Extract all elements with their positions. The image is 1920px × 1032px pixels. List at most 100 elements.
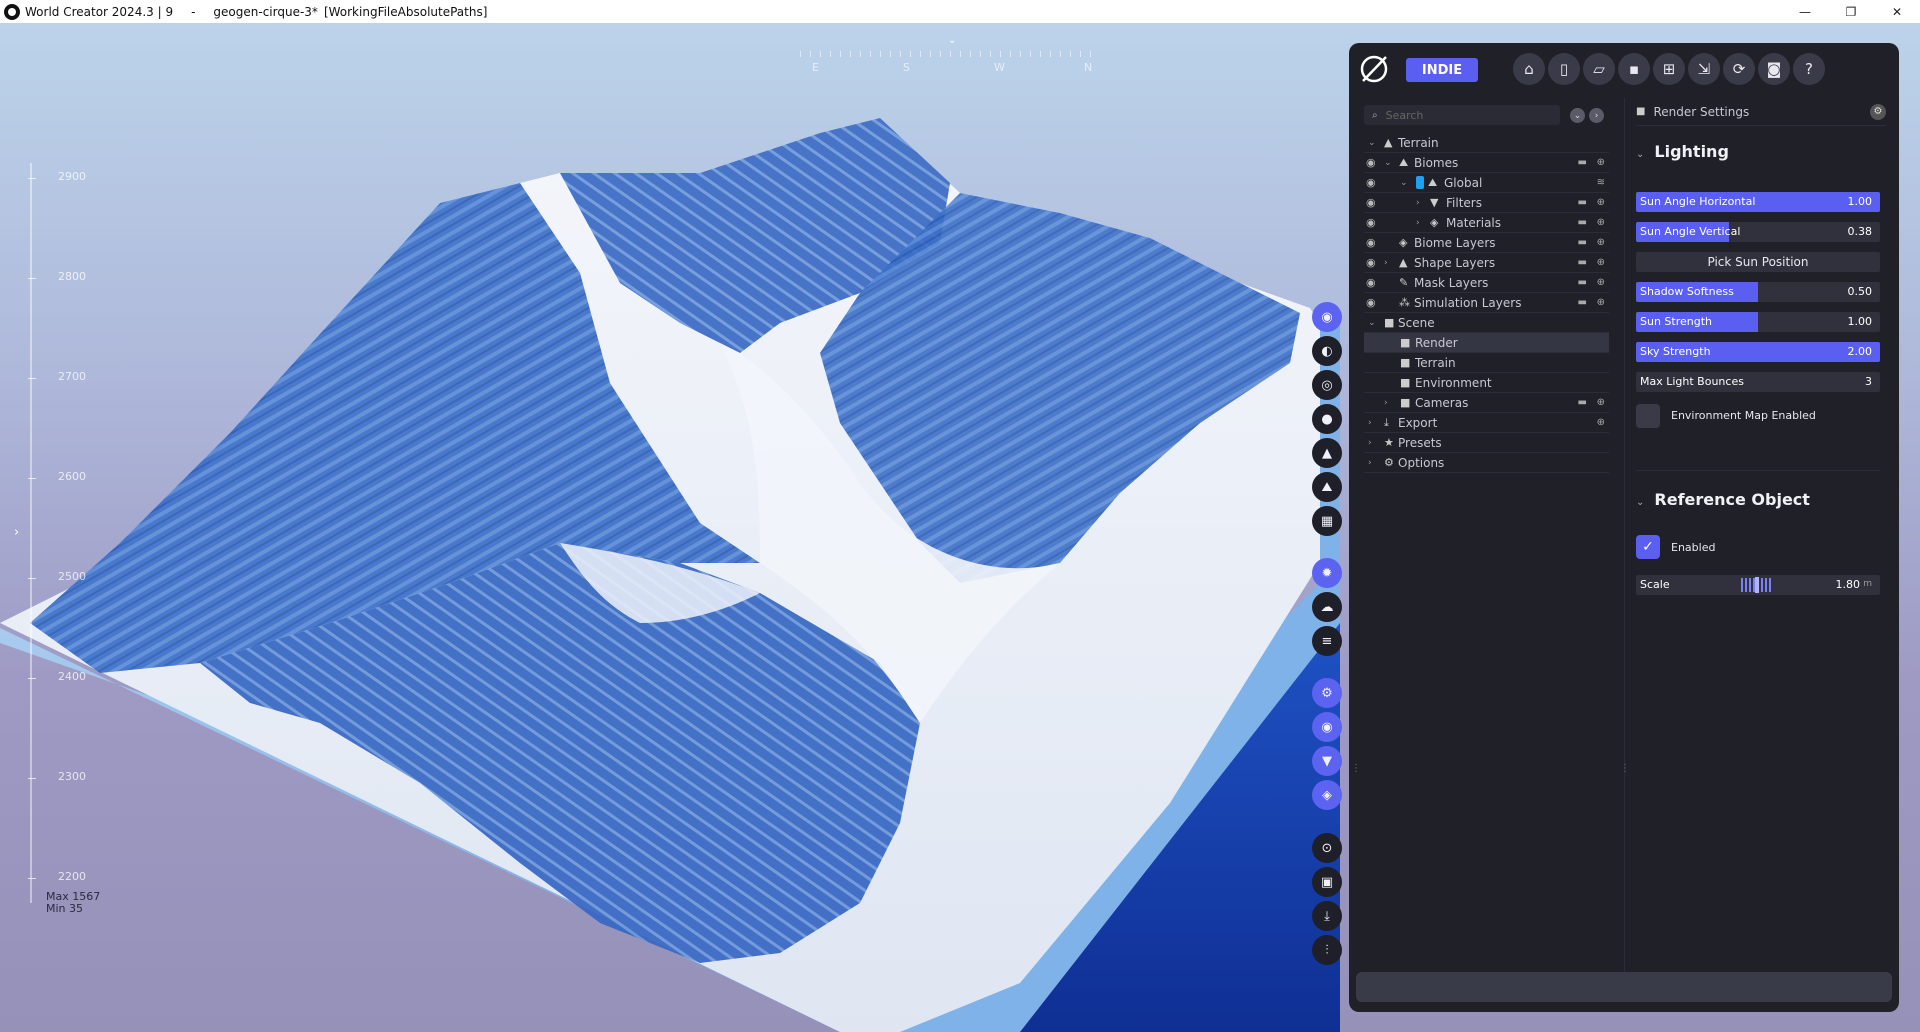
- eye-icon[interactable]: ◉: [1366, 296, 1376, 309]
- eye-icon[interactable]: ◉: [1366, 156, 1376, 169]
- cloud-icon[interactable]: ☁: [1312, 592, 1342, 622]
- record-icon[interactable]: ⊙: [1312, 833, 1342, 863]
- water-drop-icon[interactable]: ●: [1312, 404, 1342, 434]
- scale-knob[interactable]: [1755, 577, 1759, 593]
- max-light-bounces-field[interactable]: Max Light Bounces 3: [1636, 372, 1880, 392]
- chevron-right-icon[interactable]: ›: [1384, 398, 1388, 408]
- reference-object-section-header[interactable]: ⌄ Reference Object: [1636, 490, 1810, 509]
- eye-icon[interactable]: ◉: [1366, 236, 1376, 249]
- chevron-down-icon[interactable]: ⌄: [1384, 158, 1392, 168]
- add-icon[interactable]: ⊕: [1597, 197, 1605, 208]
- search-input[interactable]: ⌕ Search: [1364, 105, 1560, 125]
- tree-item-materials[interactable]: ◉ › ◈ Materials ▬ ⊕: [1364, 213, 1609, 233]
- resize-grip-icon[interactable]: ⋮: [1620, 763, 1630, 774]
- folder-icon[interactable]: ▬: [1578, 297, 1587, 308]
- new-file-icon[interactable]: ▯: [1548, 53, 1580, 85]
- maximize-button[interactable]: ❐: [1828, 0, 1874, 23]
- expand-left-icon[interactable]: ›: [14, 525, 19, 540]
- help-icon[interactable]: ?: [1793, 53, 1825, 85]
- add-icon[interactable]: ⊕: [1597, 397, 1605, 408]
- tree-item-mask-layers[interactable]: ◉ ✎ Mask Layers ▬ ⊕: [1364, 273, 1609, 293]
- tree-item-cameras[interactable]: › ■ Cameras ▬ ⊕: [1364, 393, 1609, 413]
- sun-icon[interactable]: ✹: [1312, 558, 1342, 588]
- tree-item-render[interactable]: ■ Render: [1364, 333, 1609, 353]
- chevron-right-icon[interactable]: ›: [1368, 458, 1372, 468]
- stats-chart-icon[interactable]: ⫶: [1312, 935, 1342, 965]
- chevron-right-icon[interactable]: ›: [1368, 418, 1372, 428]
- folder-icon[interactable]: ▬: [1578, 217, 1587, 228]
- tree-item-filters[interactable]: ◉ › ▼ Filters ▬ ⊕: [1364, 193, 1609, 213]
- eye-icon[interactable]: ◉: [1366, 196, 1376, 209]
- fog-icon[interactable]: ≡: [1312, 626, 1342, 656]
- grid-icon[interactable]: ▦: [1312, 506, 1342, 536]
- tree-item-options[interactable]: › ⚙ Options: [1364, 453, 1609, 473]
- add-icon[interactable]: ⊕: [1597, 217, 1605, 228]
- shadow-softness-slider[interactable]: Shadow Softness 0.50: [1636, 282, 1880, 302]
- resize-grip-icon[interactable]: ⋮: [1351, 763, 1361, 774]
- sun-angle-vertical-slider[interactable]: Sun Angle Vertical 0.38: [1636, 222, 1880, 242]
- compass-tool-icon[interactable]: ◉: [1312, 302, 1342, 332]
- folder-icon[interactable]: ▬: [1578, 157, 1587, 168]
- chevron-right-icon[interactable]: ›: [1416, 218, 1420, 228]
- expand-all-icon[interactable]: ›: [1589, 108, 1604, 123]
- open-folder-icon[interactable]: ▱: [1583, 53, 1615, 85]
- filter-icon[interactable]: ▼: [1312, 746, 1342, 776]
- add-icon[interactable]: ⊕: [1597, 277, 1605, 288]
- save-as-icon[interactable]: ⊞: [1653, 53, 1685, 85]
- folder-icon[interactable]: ▬: [1578, 397, 1587, 408]
- tree-item-terrain[interactable]: ⌄ ▲ Terrain: [1364, 133, 1609, 153]
- chevron-right-icon[interactable]: ›: [1384, 258, 1388, 268]
- add-icon[interactable]: ⊕: [1597, 417, 1605, 428]
- pick-sun-position-button[interactable]: Pick Sun Position: [1636, 252, 1880, 272]
- mountain-tool-icon[interactable]: ▲: [1312, 438, 1342, 468]
- eye-icon[interactable]: ◉: [1366, 276, 1376, 289]
- folder-icon[interactable]: ▬: [1578, 237, 1587, 248]
- globe-tool-icon[interactable]: ◐: [1312, 336, 1342, 366]
- chevron-down-icon[interactable]: ⌄: [1368, 318, 1376, 328]
- tree-item-scene[interactable]: ⌄ ■ Scene: [1364, 313, 1609, 333]
- minimize-button[interactable]: —: [1782, 0, 1828, 23]
- layers-icon[interactable]: ◈: [1312, 780, 1342, 810]
- chevron-down-icon[interactable]: ⌄: [1368, 138, 1376, 148]
- tree-item-biomes[interactable]: ◉ ⌄ ⛰ Biomes ▬ ⊕: [1364, 153, 1609, 173]
- layers-icon[interactable]: ≋: [1597, 177, 1605, 188]
- panel-divider[interactable]: [1624, 98, 1625, 998]
- visibility-eye-icon[interactable]: ◉: [1312, 712, 1342, 742]
- environment-map-checkbox[interactable]: [1636, 404, 1660, 428]
- tree-item-presets[interactable]: › ★ Presets: [1364, 433, 1609, 453]
- home-icon[interactable]: ⌂: [1513, 53, 1545, 85]
- sun-strength-slider[interactable]: Sun Strength 1.00: [1636, 312, 1880, 332]
- sync-icon[interactable]: ⟳: [1723, 53, 1755, 85]
- sun-angle-horizontal-slider[interactable]: Sun Angle Horizontal 1.00: [1636, 192, 1880, 212]
- terrain-layer-icon[interactable]: ⛰: [1312, 472, 1342, 502]
- tree-item-simulation-layers[interactable]: ◉ ⁂ Simulation Layers ▬ ⊕: [1364, 293, 1609, 313]
- console-bar[interactable]: [1356, 972, 1892, 1002]
- lighting-section-header[interactable]: ⌄ Lighting: [1636, 142, 1729, 161]
- tree-item-environment[interactable]: ■ Environment: [1364, 373, 1609, 393]
- tree-item-shape-layers[interactable]: ◉ › ▲ Shape Layers ▬ ⊕: [1364, 253, 1609, 273]
- chevron-right-icon[interactable]: ›: [1416, 198, 1420, 208]
- eye-icon[interactable]: ◉: [1366, 176, 1376, 189]
- download-icon[interactable]: ⤓: [1312, 901, 1342, 931]
- close-button[interactable]: ✕: [1874, 0, 1920, 23]
- settings-gear-icon[interactable]: ⚙: [1870, 103, 1886, 120]
- save-icon[interactable]: ▪: [1618, 53, 1650, 85]
- add-icon[interactable]: ⊕: [1597, 237, 1605, 248]
- folder-icon[interactable]: ▬: [1578, 277, 1587, 288]
- add-icon[interactable]: ⊕: [1597, 257, 1605, 268]
- scale-field[interactable]: Scale 1.80 m: [1636, 575, 1880, 595]
- export-icon[interactable]: ⇲: [1688, 53, 1720, 85]
- folder-icon[interactable]: ▬: [1578, 197, 1587, 208]
- target-tool-icon[interactable]: ◎: [1312, 370, 1342, 400]
- tree-item-scene-terrain[interactable]: ■ Terrain: [1364, 353, 1609, 373]
- folder-icon[interactable]: ▬: [1578, 257, 1587, 268]
- image-icon[interactable]: ▣: [1312, 867, 1342, 897]
- camera-icon[interactable]: ◙: [1758, 53, 1790, 85]
- chevron-right-icon[interactable]: ›: [1368, 438, 1372, 448]
- eye-icon[interactable]: ◉: [1366, 216, 1376, 229]
- tree-item-biome-layers[interactable]: ◉ ◈ Biome Layers ▬ ⊕: [1364, 233, 1609, 253]
- settings-tool-icon[interactable]: ⚙: [1312, 678, 1342, 708]
- collapse-all-icon[interactable]: ⌄: [1570, 108, 1585, 123]
- chevron-down-icon[interactable]: ⌄: [1400, 178, 1408, 188]
- tree-item-global[interactable]: ◉ ⌄ ⛰ Global ≋: [1364, 173, 1609, 193]
